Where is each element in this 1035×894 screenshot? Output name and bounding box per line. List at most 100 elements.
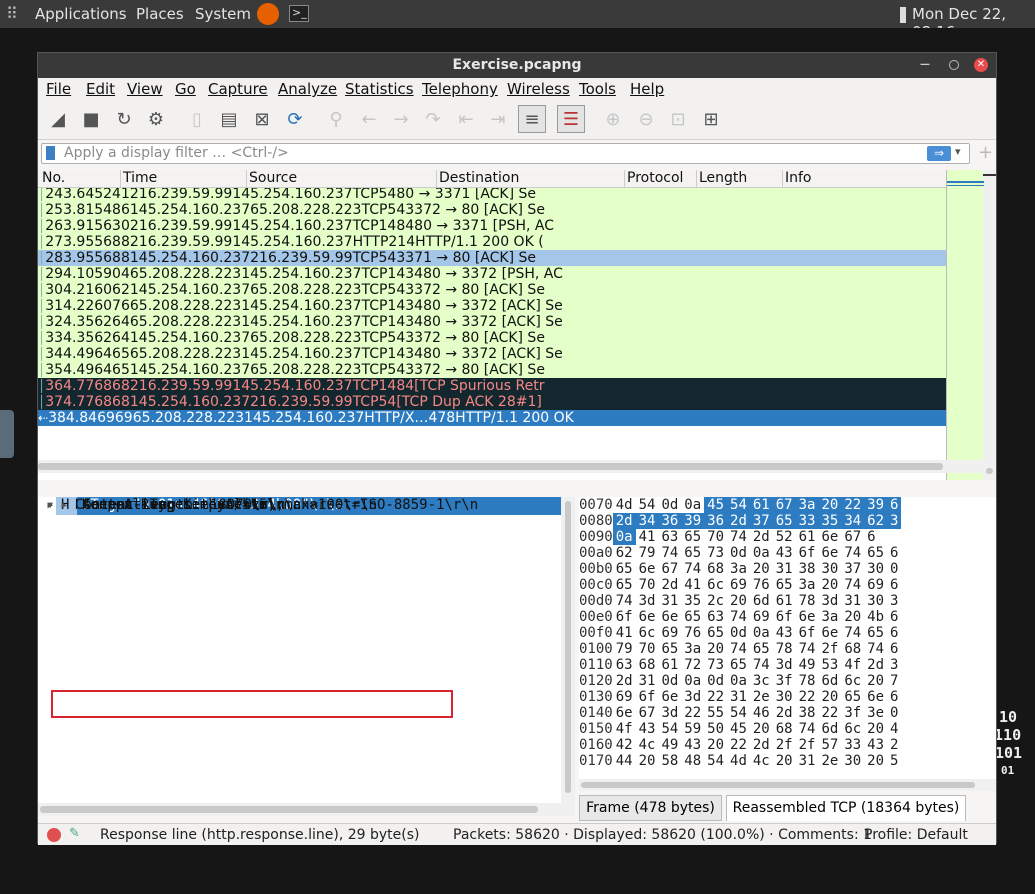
zoom-out-icon[interactable]: ⊖: [632, 105, 660, 133]
hex-row[interactable]: 00e0 6f 6e 6e 65 63 74 69 6f 6e 3a 20 4b 6: [579, 609, 996, 625]
first-packet-icon[interactable]: ⇤: [452, 105, 480, 133]
app-grid-icon[interactable]: ⠿: [6, 4, 18, 23]
hex-row[interactable]: 00d0 74 3d 31 35 2c 20 6d 61 78 3d 31 30 3: [579, 593, 996, 609]
applications-menu[interactable]: Applications: [35, 5, 127, 23]
packet-row[interactable]: │324.35626465.208.228.223145.254.160.237…: [38, 314, 996, 330]
bookmark-icon[interactable]: [46, 146, 55, 160]
packet-row[interactable]: │364.776868216.239.59.99145.254.160.237T…: [38, 378, 996, 394]
packet-row[interactable]: │243.645241216.239.59.99145.254.160.237T…: [38, 186, 996, 202]
capture-options-icon[interactable]: ⚙: [142, 105, 170, 133]
menu-help[interactable]: Help: [630, 80, 664, 98]
column-header[interactable]: Length: [696, 170, 747, 188]
find-packet-icon[interactable]: ⚲: [322, 105, 350, 133]
menu-go[interactable]: Go: [175, 80, 196, 98]
menu-tools[interactable]: Tools: [579, 80, 616, 98]
details-hscroll[interactable]: [38, 803, 575, 816]
hex-row[interactable]: 0130 69 6f 6e 3d 22 31 2e 30 22 20 65 6e 6: [579, 689, 996, 705]
menu-telephony[interactable]: Telephony: [422, 80, 498, 98]
hex-row[interactable]: 0170 44 20 58 48 54 4d 4c 20 31 2e 30 20 5: [579, 753, 996, 769]
hex-row[interactable]: 0090 0a 41 63 65 70 74 2d 52 61 6e 67 6: [579, 529, 996, 545]
tab-frame[interactable]: Frame (478 bytes): [579, 795, 722, 821]
hex-row[interactable]: 0150 4f 43 54 59 50 45 20 68 74 6d 6c 20 4: [579, 721, 996, 737]
go-forward-icon[interactable]: →: [387, 105, 415, 133]
hex-byte: 20: [867, 753, 885, 769]
column-header[interactable]: Source: [246, 170, 297, 188]
apply-filter-icon[interactable]: ⇒: [927, 146, 951, 161]
menu-statistics[interactable]: Statistics: [345, 80, 414, 98]
hex-row[interactable]: 00b0 65 6e 67 74 68 3a 20 31 38 30 37 30 0: [579, 561, 996, 577]
hex-byte: 65: [775, 577, 793, 593]
column-header[interactable]: Info: [782, 170, 812, 188]
column-header[interactable]: No.: [40, 170, 65, 188]
menu-file[interactable]: File: [46, 80, 71, 98]
packet-row[interactable]: │334.356264145.254.160.23765.208.228.223…: [38, 330, 996, 346]
go-to-packet-icon[interactable]: ↷: [419, 105, 447, 133]
display-filter-bar[interactable]: Apply a display filter … <Ctrl-/> ⇒ ▾: [41, 143, 970, 164]
column-header[interactable]: Protocol: [624, 170, 683, 188]
packet-row[interactable]: │354.496465145.254.160.23765.208.228.223…: [38, 362, 996, 378]
expand-arrow-icon[interactable]: ▸: [60, 497, 68, 513]
hex-row[interactable]: 00c0 65 70 2d 41 6c 69 76 65 3a 20 74 69 6: [579, 577, 996, 593]
packet-row[interactable]: │374.776868145.254.160.237216.239.59.99T…: [38, 394, 996, 410]
minimize-icon[interactable]: —: [918, 58, 932, 72]
packet-row[interactable]: │314.22607665.208.228.223145.254.160.237…: [38, 298, 996, 314]
menu-wireless[interactable]: Wireless: [507, 80, 570, 98]
packet-row[interactable]: ⇠384.84696965.208.228.223145.254.160.237…: [38, 410, 996, 426]
packet-row[interactable]: │304.216062145.254.160.23765.208.228.223…: [38, 282, 996, 298]
hex-row[interactable]: 00f0 41 6c 69 76 65 0d 0a 43 6f 6e 74 65 6: [579, 625, 996, 641]
firefox-icon[interactable]: [257, 3, 279, 25]
edit-comment-icon[interactable]: ✎: [69, 826, 80, 841]
packet-row[interactable]: │344.49646565.208.228.223145.254.160.237…: [38, 346, 996, 362]
side-handle[interactable]: [0, 410, 14, 458]
details-scrollbar[interactable]: [561, 497, 575, 803]
colorize-icon[interactable]: ☰: [557, 105, 585, 133]
bytes-hscroll[interactable]: [579, 779, 996, 791]
packet-list-hscroll[interactable]: [38, 460, 983, 473]
status-profile[interactable]: Profile: Default: [864, 827, 968, 843]
hex-row[interactable]: 0120 2d 31 0d 0a 0d 0a 3c 3f 78 6d 6c 20 7: [579, 673, 996, 689]
stop-capture-icon[interactable]: ■: [77, 105, 105, 133]
menu-edit[interactable]: Edit: [86, 80, 115, 98]
packet-row[interactable]: │263.915630216.239.59.99145.254.160.237T…: [38, 218, 996, 234]
menu-analyze[interactable]: Analyze: [278, 80, 337, 98]
menu-view[interactable]: View: [127, 80, 163, 98]
hex-row[interactable]: 0080 2d 34 36 39 36 2d 37 65 33 35 34 62 3: [579, 513, 996, 529]
packet-row[interactable]: │283.955688145.254.160.237216.239.59.99T…: [38, 250, 996, 266]
collapse-arrow-icon[interactable]: ▾: [46, 497, 54, 513]
reload-file-icon[interactable]: ⟳: [281, 105, 309, 133]
places-menu[interactable]: Places: [136, 5, 184, 23]
hex-row[interactable]: 0110 63 68 61 72 73 65 74 3d 49 53 4f 2d 3: [579, 657, 996, 673]
hex-row[interactable]: 0160 42 4c 49 43 20 22 2d 2f 2f 57 33 43 2: [579, 737, 996, 753]
go-back-icon[interactable]: ←: [355, 105, 383, 133]
autoscroll-icon[interactable]: ≡: [518, 105, 546, 133]
hex-row[interactable]: 0070 4d 54 0d 0a 45 54 61 67 3a 20 22 39 6: [579, 497, 996, 513]
add-filter-button-icon[interactable]: +: [978, 142, 993, 163]
resize-columns-icon[interactable]: ⊞: [697, 105, 725, 133]
column-header[interactable]: Time: [120, 170, 157, 188]
close-file-icon[interactable]: ⊠: [248, 105, 276, 133]
restart-capture-icon[interactable]: ↻: [110, 105, 138, 133]
filter-dropdown-icon[interactable]: ▾: [955, 145, 961, 158]
terminal-icon[interactable]: >_: [289, 5, 309, 22]
last-packet-icon[interactable]: ⇥: [484, 105, 512, 133]
menu-capture[interactable]: Capture: [208, 80, 268, 98]
packet-list-scrollbar[interactable]: [983, 170, 996, 480]
packet-row[interactable]: │273.955688216.239.59.99145.254.160.237H…: [38, 234, 996, 250]
intelligent-scrollbar[interactable]: [946, 170, 984, 480]
tab-reassembled[interactable]: Reassembled TCP (18364 bytes): [726, 795, 966, 821]
packet-row[interactable]: │294.10590465.208.228.223145.254.160.237…: [38, 266, 996, 282]
column-header[interactable]: Destination: [436, 170, 519, 188]
hex-row[interactable]: 0140 6e 67 3d 22 55 54 46 2d 38 22 3f 3e 0: [579, 705, 996, 721]
expert-info-icon[interactable]: [47, 828, 61, 842]
close-icon[interactable]: ✕: [974, 58, 988, 72]
system-menu[interactable]: System: [195, 5, 251, 23]
save-file-icon[interactable]: ▤: [215, 105, 243, 133]
packet-row[interactable]: │253.815486145.254.160.23765.208.228.223…: [38, 202, 996, 218]
maximize-icon[interactable]: [949, 60, 959, 70]
normal-size-icon[interactable]: ⊡: [664, 105, 692, 133]
hex-row[interactable]: 0100 79 70 65 3a 20 74 65 78 74 2f 68 74 6: [579, 641, 996, 657]
shark-fin-start-icon[interactable]: ◢: [44, 105, 72, 133]
open-file-icon[interactable]: ▯: [183, 105, 211, 133]
zoom-in-icon[interactable]: ⊕: [599, 105, 627, 133]
hex-row[interactable]: 00a0 62 79 74 65 73 0d 0a 43 6f 6e 74 65 6: [579, 545, 996, 561]
